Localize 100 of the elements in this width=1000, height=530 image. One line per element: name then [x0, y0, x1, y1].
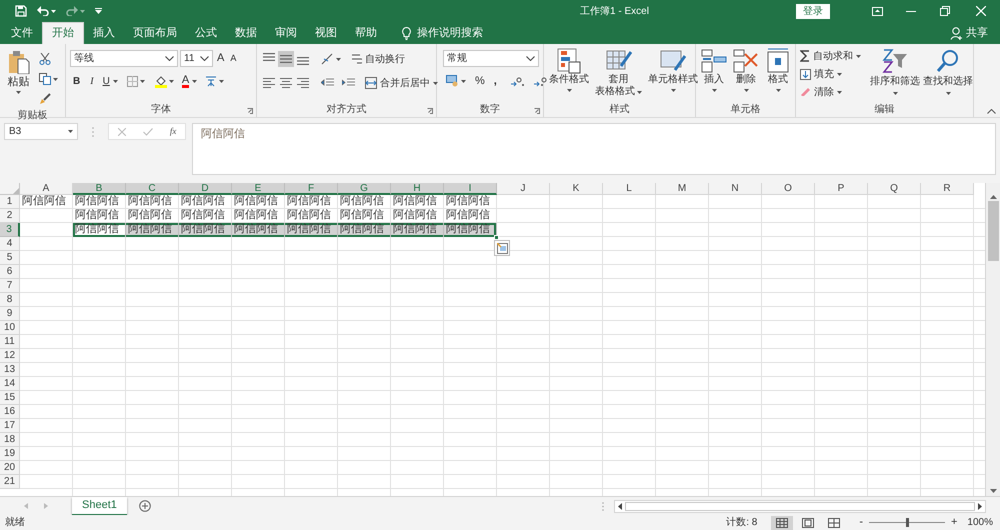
- table-cell[interactable]: 阿信阿信: [444, 195, 497, 209]
- number-format-field[interactable]: 常规: [443, 50, 539, 67]
- row-header[interactable]: 1: [0, 195, 20, 209]
- column-header[interactable]: F: [285, 183, 338, 195]
- row-header[interactable]: 5: [0, 251, 20, 265]
- menu-tab[interactable]: 文件: [2, 22, 42, 44]
- column-header[interactable]: J: [497, 183, 550, 195]
- save-button[interactable]: [14, 3, 28, 19]
- row-header[interactable]: 7: [0, 279, 20, 293]
- scrollbar-thumb[interactable]: [988, 201, 998, 261]
- column-header[interactable]: G: [338, 183, 391, 195]
- table-cell[interactable]: 阿信阿信: [285, 195, 338, 209]
- column-header[interactable]: H: [391, 183, 444, 195]
- add-sheet-button[interactable]: [138, 500, 151, 512]
- percent-button[interactable]: %: [473, 72, 487, 90]
- column-header[interactable]: B: [73, 183, 126, 195]
- conditional-format-button[interactable]: 条件格式: [547, 48, 591, 101]
- fill-button[interactable]: 填充: [800, 66, 861, 82]
- wrap-text-button[interactable]: 自动换行: [351, 52, 405, 66]
- scroll-up-button[interactable]: [990, 195, 996, 199]
- sheet-tab[interactable]: Sheet1: [72, 496, 127, 516]
- row-header[interactable]: 11: [0, 335, 20, 349]
- table-cell[interactable]: 阿信阿信: [126, 209, 179, 223]
- column-header[interactable]: E: [232, 183, 285, 195]
- table-cell[interactable]: 阿信阿信: [73, 195, 126, 209]
- normal-view-button[interactable]: [771, 516, 794, 530]
- table-cell[interactable]: 阿信阿信: [285, 223, 338, 237]
- column-header[interactable]: P: [815, 183, 868, 195]
- table-cell[interactable]: 阿信阿信: [391, 209, 444, 223]
- cell-styles-button[interactable]: 单元格样式: [646, 48, 700, 101]
- menu-tab[interactable]: 数据: [226, 22, 266, 44]
- scroll-down-button[interactable]: [990, 489, 996, 493]
- column-header[interactable]: A: [20, 183, 73, 195]
- column-header[interactable]: C: [126, 183, 179, 195]
- scrollbar-thumb[interactable]: [625, 502, 975, 510]
- table-cell[interactable]: 阿信阿信: [126, 223, 179, 237]
- row-header[interactable]: 15: [0, 391, 20, 405]
- increase-font-button[interactable]: A: [215, 50, 226, 67]
- table-cell[interactable]: 阿信阿信: [232, 209, 285, 223]
- format-as-table-button[interactable]: 套用 表格格式: [593, 48, 644, 101]
- table-cell[interactable]: 阿信阿信: [179, 223, 232, 237]
- row-header[interactable]: 18: [0, 433, 20, 447]
- column-header[interactable]: N: [709, 183, 762, 195]
- table-cell[interactable]: 阿信阿信: [444, 209, 497, 223]
- underline-button[interactable]: U: [100, 74, 120, 88]
- copy-button[interactable]: [36, 70, 61, 88]
- tell-me-field[interactable]: 操作说明搜索: [402, 22, 483, 44]
- align-left-button[interactable]: [261, 76, 276, 90]
- row-header[interactable]: 8: [0, 293, 20, 307]
- font-name-field[interactable]: 等线: [70, 50, 178, 67]
- column-header[interactable]: R: [921, 183, 974, 195]
- column-header[interactable]: D: [179, 183, 232, 195]
- merge-center-button[interactable]: 合并后居中: [365, 76, 438, 90]
- bold-button[interactable]: B: [70, 74, 84, 88]
- menu-tab[interactable]: 帮助: [346, 22, 386, 44]
- insert-cells-button[interactable]: 插入: [699, 48, 729, 101]
- menu-tab[interactable]: 公式: [186, 22, 226, 44]
- formula-field[interactable]: 阿信阿信: [192, 123, 996, 175]
- column-header[interactable]: O: [762, 183, 815, 195]
- align-right-button[interactable]: [295, 76, 310, 90]
- clear-button[interactable]: 清除: [800, 84, 861, 100]
- sort-filter-button[interactable]: 排序和筛选: [870, 48, 920, 101]
- column-header[interactable]: K: [550, 183, 603, 195]
- table-cell[interactable]: 阿信阿信: [232, 223, 285, 237]
- insert-function-button[interactable]: fx: [170, 124, 176, 138]
- table-cell[interactable]: 阿信阿信: [179, 209, 232, 223]
- paste-button[interactable]: 粘贴: [4, 48, 33, 108]
- align-center-button[interactable]: [278, 76, 293, 90]
- table-cell[interactable]: 阿信阿信: [338, 209, 391, 223]
- row-header[interactable]: 12: [0, 349, 20, 363]
- format-cells-button[interactable]: 格式: [763, 48, 793, 101]
- table-cell[interactable]: 阿信阿信: [391, 195, 444, 209]
- row-header[interactable]: 9: [0, 307, 20, 321]
- row-header[interactable]: 13: [0, 363, 20, 377]
- middle-align-button[interactable]: [278, 51, 294, 67]
- quick-analysis-button[interactable]: [494, 240, 510, 256]
- autosum-button[interactable]: 自动求和: [800, 48, 861, 64]
- column-header[interactable]: I: [444, 183, 497, 195]
- find-select-button[interactable]: 查找和选择: [923, 48, 973, 101]
- table-cell[interactable]: 阿信阿信: [73, 223, 126, 237]
- row-header[interactable]: 10: [0, 321, 20, 335]
- slider-thumb[interactable]: [906, 518, 909, 527]
- table-cell[interactable]: 阿信阿信: [20, 195, 73, 209]
- collapse-ribbon-button[interactable]: [987, 109, 996, 114]
- menu-tab[interactable]: 开始: [42, 22, 84, 44]
- row-header[interactable]: 16: [0, 405, 20, 419]
- column-header[interactable]: M: [656, 183, 709, 195]
- delete-cells-button[interactable]: 删除: [731, 48, 761, 101]
- table-cell[interactable]: 阿信阿信: [338, 195, 391, 209]
- table-cell[interactable]: 阿信阿信: [391, 223, 444, 237]
- name-box[interactable]: B3: [4, 123, 78, 140]
- zoom-out-button[interactable]: -: [857, 514, 865, 530]
- row-header[interactable]: 14: [0, 377, 20, 391]
- table-cell[interactable]: 阿信阿信: [285, 209, 338, 223]
- row-header[interactable]: 6: [0, 265, 20, 279]
- decrease-font-button[interactable]: A: [228, 52, 238, 66]
- table-cell[interactable]: 阿信阿信: [232, 195, 285, 209]
- column-header[interactable]: Q: [868, 183, 921, 195]
- row-header[interactable]: 4: [0, 237, 20, 251]
- italic-button[interactable]: I: [87, 74, 97, 88]
